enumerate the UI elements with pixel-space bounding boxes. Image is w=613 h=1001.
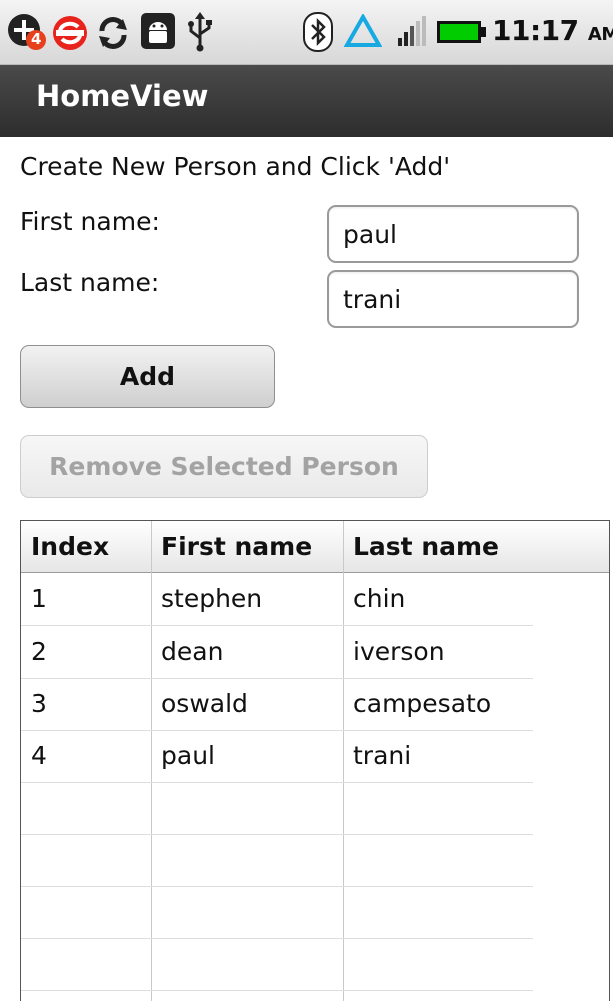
sync-error-icon <box>50 14 90 56</box>
last-name-label: Last name: <box>20 268 160 297</box>
status-bar: 4 11:17 AM <box>0 0 613 65</box>
cell-first-name: dean <box>161 637 224 666</box>
notification-badge: 4 <box>31 30 42 48</box>
remove-selected-person-button[interactable]: Remove Selected Person <box>20 435 428 498</box>
triangle-icon <box>343 12 383 52</box>
first-name-input[interactable] <box>327 205 579 263</box>
empty-table-row <box>21 834 533 887</box>
bluetooth-icon <box>303 12 333 56</box>
cell-index: 4 <box>31 741 47 770</box>
table-row[interactable]: 3 oswald campesato <box>21 678 533 731</box>
battery-icon <box>436 20 488 48</box>
cell-first-name: stephen <box>161 584 263 613</box>
column-header-index[interactable]: Index <box>21 521 151 572</box>
sync-icon <box>96 16 130 54</box>
cell-first-name: paul <box>161 741 215 770</box>
cell-index: 3 <box>31 689 47 718</box>
table-row[interactable]: 2 dean iverson <box>21 626 533 679</box>
table-row[interactable]: 4 paul trani <box>21 730 533 783</box>
empty-table-row <box>21 938 533 991</box>
signal-icon <box>398 16 432 50</box>
column-header-first-name[interactable]: First name <box>151 521 343 572</box>
page-title: HomeView <box>36 79 209 113</box>
add-notification-icon <box>6 12 48 56</box>
cell-index: 2 <box>31 637 47 666</box>
android-debug-icon <box>140 12 176 54</box>
table-header: Index First name Last name <box>21 521 609 573</box>
usb-icon <box>186 12 214 56</box>
status-time: 11:17 AM <box>492 14 613 47</box>
cell-last-name: chin <box>353 584 406 613</box>
first-name-label: First name: <box>20 207 160 236</box>
last-name-input[interactable] <box>327 270 579 328</box>
person-table: Index First name Last name 1 stephen chi… <box>20 520 610 1001</box>
column-header-last-name[interactable]: Last name <box>343 521 609 572</box>
cell-last-name: trani <box>353 741 412 770</box>
cell-last-name: iverson <box>353 637 445 666</box>
empty-table-row <box>21 886 533 939</box>
instructions-label: Create New Person and Click 'Add' <box>20 152 451 181</box>
add-button[interactable]: Add <box>20 345 275 408</box>
cell-first-name: oswald <box>161 689 248 718</box>
title-bar: HomeView <box>0 65 613 137</box>
empty-table-row <box>21 782 533 835</box>
cell-index: 1 <box>31 584 47 613</box>
cell-last-name: campesato <box>353 689 492 718</box>
table-row[interactable]: 1 stephen chin <box>21 573 533 626</box>
